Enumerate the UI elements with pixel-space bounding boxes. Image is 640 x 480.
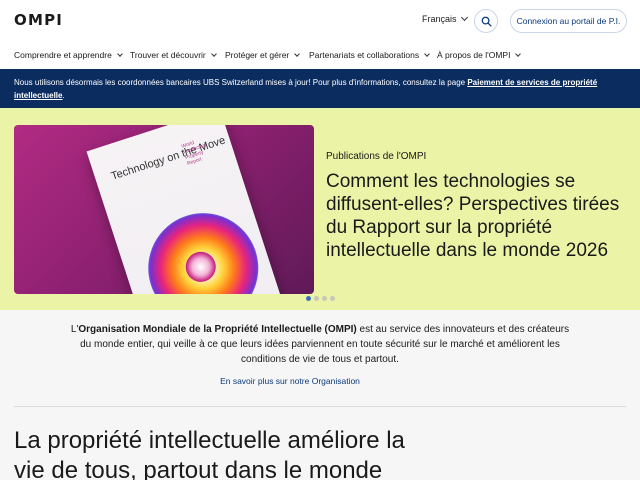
report-cover-subtitle: World Intellectual Property Report: [180, 140, 208, 167]
hero-carousel: Technology on the Move World Intellectua…: [0, 108, 640, 310]
carousel-dot-2[interactable]: [314, 296, 319, 301]
hero-title[interactable]: Comment les technologies se diffusent-el…: [326, 170, 626, 262]
carousel-dots: [306, 296, 335, 301]
language-label: Français: [422, 14, 457, 24]
hero-image[interactable]: Technology on the Move World Intellectua…: [14, 125, 314, 294]
nav-item-comprendre[interactable]: Comprendre et apprendre: [14, 50, 123, 60]
banner-suffix: .: [62, 91, 65, 100]
chevron-down-icon: [294, 50, 301, 57]
logo[interactable]: OMPI: [14, 11, 63, 29]
carousel-dot-1[interactable]: [306, 296, 311, 301]
carousel-dot-3[interactable]: [322, 296, 327, 301]
notice-banner: Nous utilisons désormais les coordonnées…: [0, 69, 640, 108]
nav-item-label: Partenariats et collaborations: [309, 50, 420, 60]
about-link[interactable]: En savoir plus sur notre Organisation: [0, 376, 580, 386]
about-section: L'Organisation Mondiale de la Propriété …: [0, 310, 640, 480]
site-header: OMPI Français Connexion au portail de P.…: [0, 0, 640, 38]
login-button[interactable]: Connexion au portail de P.I.: [510, 9, 627, 33]
chevron-down-icon: [515, 50, 522, 57]
nav-item-label: À propos de l'OMPI: [437, 50, 511, 60]
chevron-down-icon: [424, 50, 430, 57]
nav-item-proteger[interactable]: Protéger et gérer: [225, 50, 301, 60]
report-cover: Technology on the Move World Intellectua…: [86, 125, 282, 294]
carousel-dot-4[interactable]: [330, 296, 335, 301]
about-text: L'Organisation Mondiale de la Propriété …: [70, 322, 570, 367]
nav-item-trouver[interactable]: Trouver et découvrir: [130, 50, 217, 60]
nav-item-label: Protéger et gérer: [225, 50, 290, 60]
hero-label: Publications de l'OMPI: [326, 151, 427, 162]
chevron-down-icon: [210, 50, 217, 57]
search-icon: [481, 16, 492, 27]
language-selector[interactable]: Français: [422, 13, 468, 24]
nav-item-label: Trouver et découvrir: [130, 50, 206, 60]
search-button[interactable]: [474, 9, 498, 33]
divider: [14, 406, 626, 407]
chevron-down-icon: [460, 13, 468, 22]
banner-text: Nous utilisons désormais les coordonnées…: [14, 78, 468, 87]
org-name: Organisation Mondiale de la Propriété In…: [78, 324, 357, 335]
nav-item-a-propos[interactable]: À propos de l'OMPI: [437, 50, 522, 60]
nav-item-label: Comprendre et apprendre: [14, 50, 112, 60]
chevron-down-icon: [116, 50, 123, 57]
nav-item-partenariats[interactable]: Partenariats et collaborations: [309, 50, 430, 60]
main-nav: Comprendre et apprendre Trouver et décou…: [0, 45, 640, 65]
section-heading: La propriété intellectuelle améliore la …: [14, 427, 405, 480]
